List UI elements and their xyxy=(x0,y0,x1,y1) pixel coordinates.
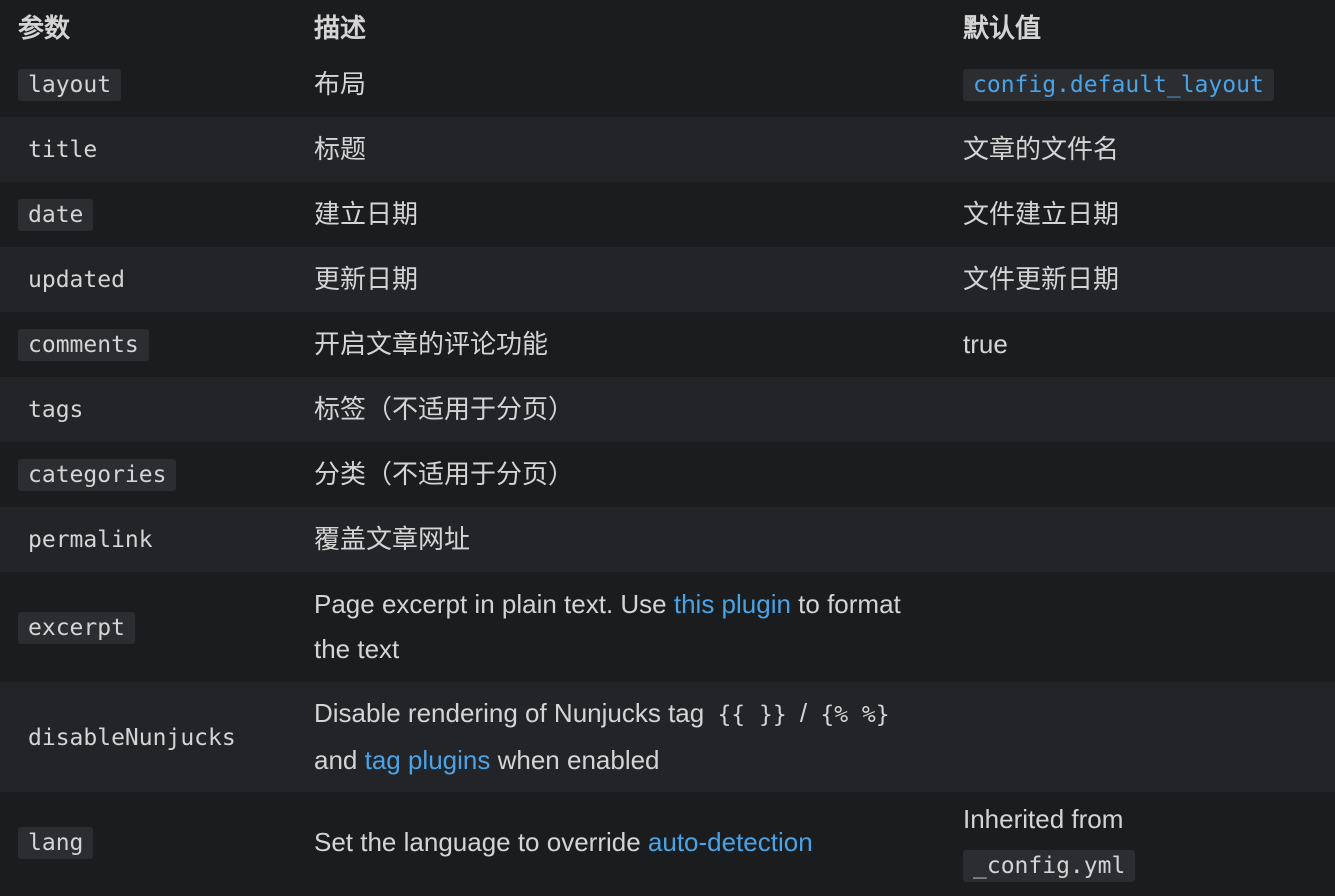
table-row: permalink 覆盖文章网址 xyxy=(0,507,1335,572)
desc-cell: 分类（不适用于分页） xyxy=(314,459,575,489)
default-cell xyxy=(946,377,1335,442)
front-matter-table: 参数 描述 默认值 layout 布局 config.default_layou… xyxy=(0,0,1335,893)
param-cell: categories xyxy=(0,442,296,507)
default-cell: config.default_layout xyxy=(946,52,1335,117)
table-row: date 建立日期 文件建立日期 xyxy=(0,182,1335,247)
param-code: date xyxy=(18,199,94,231)
table-row: comments 开启文章的评论功能 true xyxy=(0,312,1335,377)
default-cell xyxy=(946,507,1335,572)
default-text: Inherited from xyxy=(963,803,1124,834)
param-cell: layout xyxy=(0,52,296,117)
header-param: 参数 xyxy=(18,13,71,43)
desc-text: Disable rendering of Nunjucks tag xyxy=(314,698,712,728)
table-row: layout 布局 config.default_layout xyxy=(0,52,1335,117)
param-cell: permalink xyxy=(0,507,296,572)
table-row: disableNunjucks Disable rendering of Nun… xyxy=(0,682,1335,792)
header-default: 默认值 xyxy=(963,13,1042,43)
param-cell: updated xyxy=(0,247,296,312)
default-cell xyxy=(946,682,1335,792)
desc-text: Set the language to override xyxy=(314,827,648,857)
desc-cell: 更新日期 xyxy=(314,264,419,294)
table-row: updated 更新日期 文件更新日期 xyxy=(0,247,1335,312)
default-cell: Inherited from _config.yml xyxy=(946,792,1335,893)
param-code: disableNunjucks xyxy=(28,724,236,751)
param-code: permalink xyxy=(28,527,153,553)
desc-cell: 标签（不适用于分页） xyxy=(314,394,575,424)
param-code: categories xyxy=(18,459,177,491)
auto-detection-link[interactable]: auto-detection xyxy=(648,827,813,857)
desc-cell: Set the language to override auto-detect… xyxy=(296,792,946,893)
param-code: lang xyxy=(18,827,94,859)
desc-cell: 覆盖文章网址 xyxy=(314,524,471,554)
param-code: excerpt xyxy=(18,611,135,644)
param-cell: date xyxy=(0,182,296,247)
desc-text: and xyxy=(314,745,365,775)
default-code: _config.yml xyxy=(963,849,1136,882)
table-row: categories 分类（不适用于分页） xyxy=(0,442,1335,507)
default-code: config.default_layout xyxy=(963,69,1274,101)
param-code: title xyxy=(28,137,98,163)
param-code: comments xyxy=(18,329,149,361)
param-code: layout xyxy=(18,69,122,101)
table-row: excerpt Page excerpt in plain text. Use … xyxy=(0,572,1335,682)
param-code: updated xyxy=(28,267,125,293)
param-cell: tags xyxy=(0,377,296,442)
desc-cell: 标题 xyxy=(314,134,367,164)
default-cell xyxy=(946,442,1335,507)
default-cell: 文章的文件名 xyxy=(963,134,1120,164)
default-cell: 文件建立日期 xyxy=(963,199,1120,229)
desc-text: / xyxy=(792,698,815,728)
desc-cell: 建立日期 xyxy=(314,199,419,229)
param-cell: lang xyxy=(0,792,296,893)
default-cell: true xyxy=(963,329,1008,359)
table-header-row: 参数 描述 默认值 xyxy=(0,0,1335,52)
param-code: tags xyxy=(28,397,84,423)
desc-text: Page excerpt in plain text. Use xyxy=(314,589,674,619)
tag-plugins-link[interactable]: tag plugins xyxy=(365,745,491,775)
desc-cell: Page excerpt in plain text. Use this plu… xyxy=(296,572,946,682)
param-cell: excerpt xyxy=(0,572,296,682)
default-cell xyxy=(946,572,1335,682)
table-row: lang Set the language to override auto-d… xyxy=(0,792,1335,893)
desc-cell: 开启文章的评论功能 xyxy=(314,329,549,359)
table-row: title 标题 文章的文件名 xyxy=(0,117,1335,182)
inline-code: {{ }} xyxy=(717,702,787,728)
param-cell: title xyxy=(0,117,296,182)
desc-cell: 布局 xyxy=(314,69,367,99)
param-cell: comments xyxy=(0,312,296,377)
header-desc: 描述 xyxy=(314,13,367,43)
plugin-link[interactable]: this plugin xyxy=(674,589,791,619)
desc-text: when enabled xyxy=(490,745,660,775)
table-row: tags 标签（不适用于分页） xyxy=(0,377,1335,442)
param-cell: disableNunjucks xyxy=(0,682,296,792)
default-cell: 文件更新日期 xyxy=(963,264,1120,294)
desc-cell: Disable rendering of Nunjucks tag {{ }} … xyxy=(296,682,946,792)
inline-code: {% %} xyxy=(820,702,890,728)
